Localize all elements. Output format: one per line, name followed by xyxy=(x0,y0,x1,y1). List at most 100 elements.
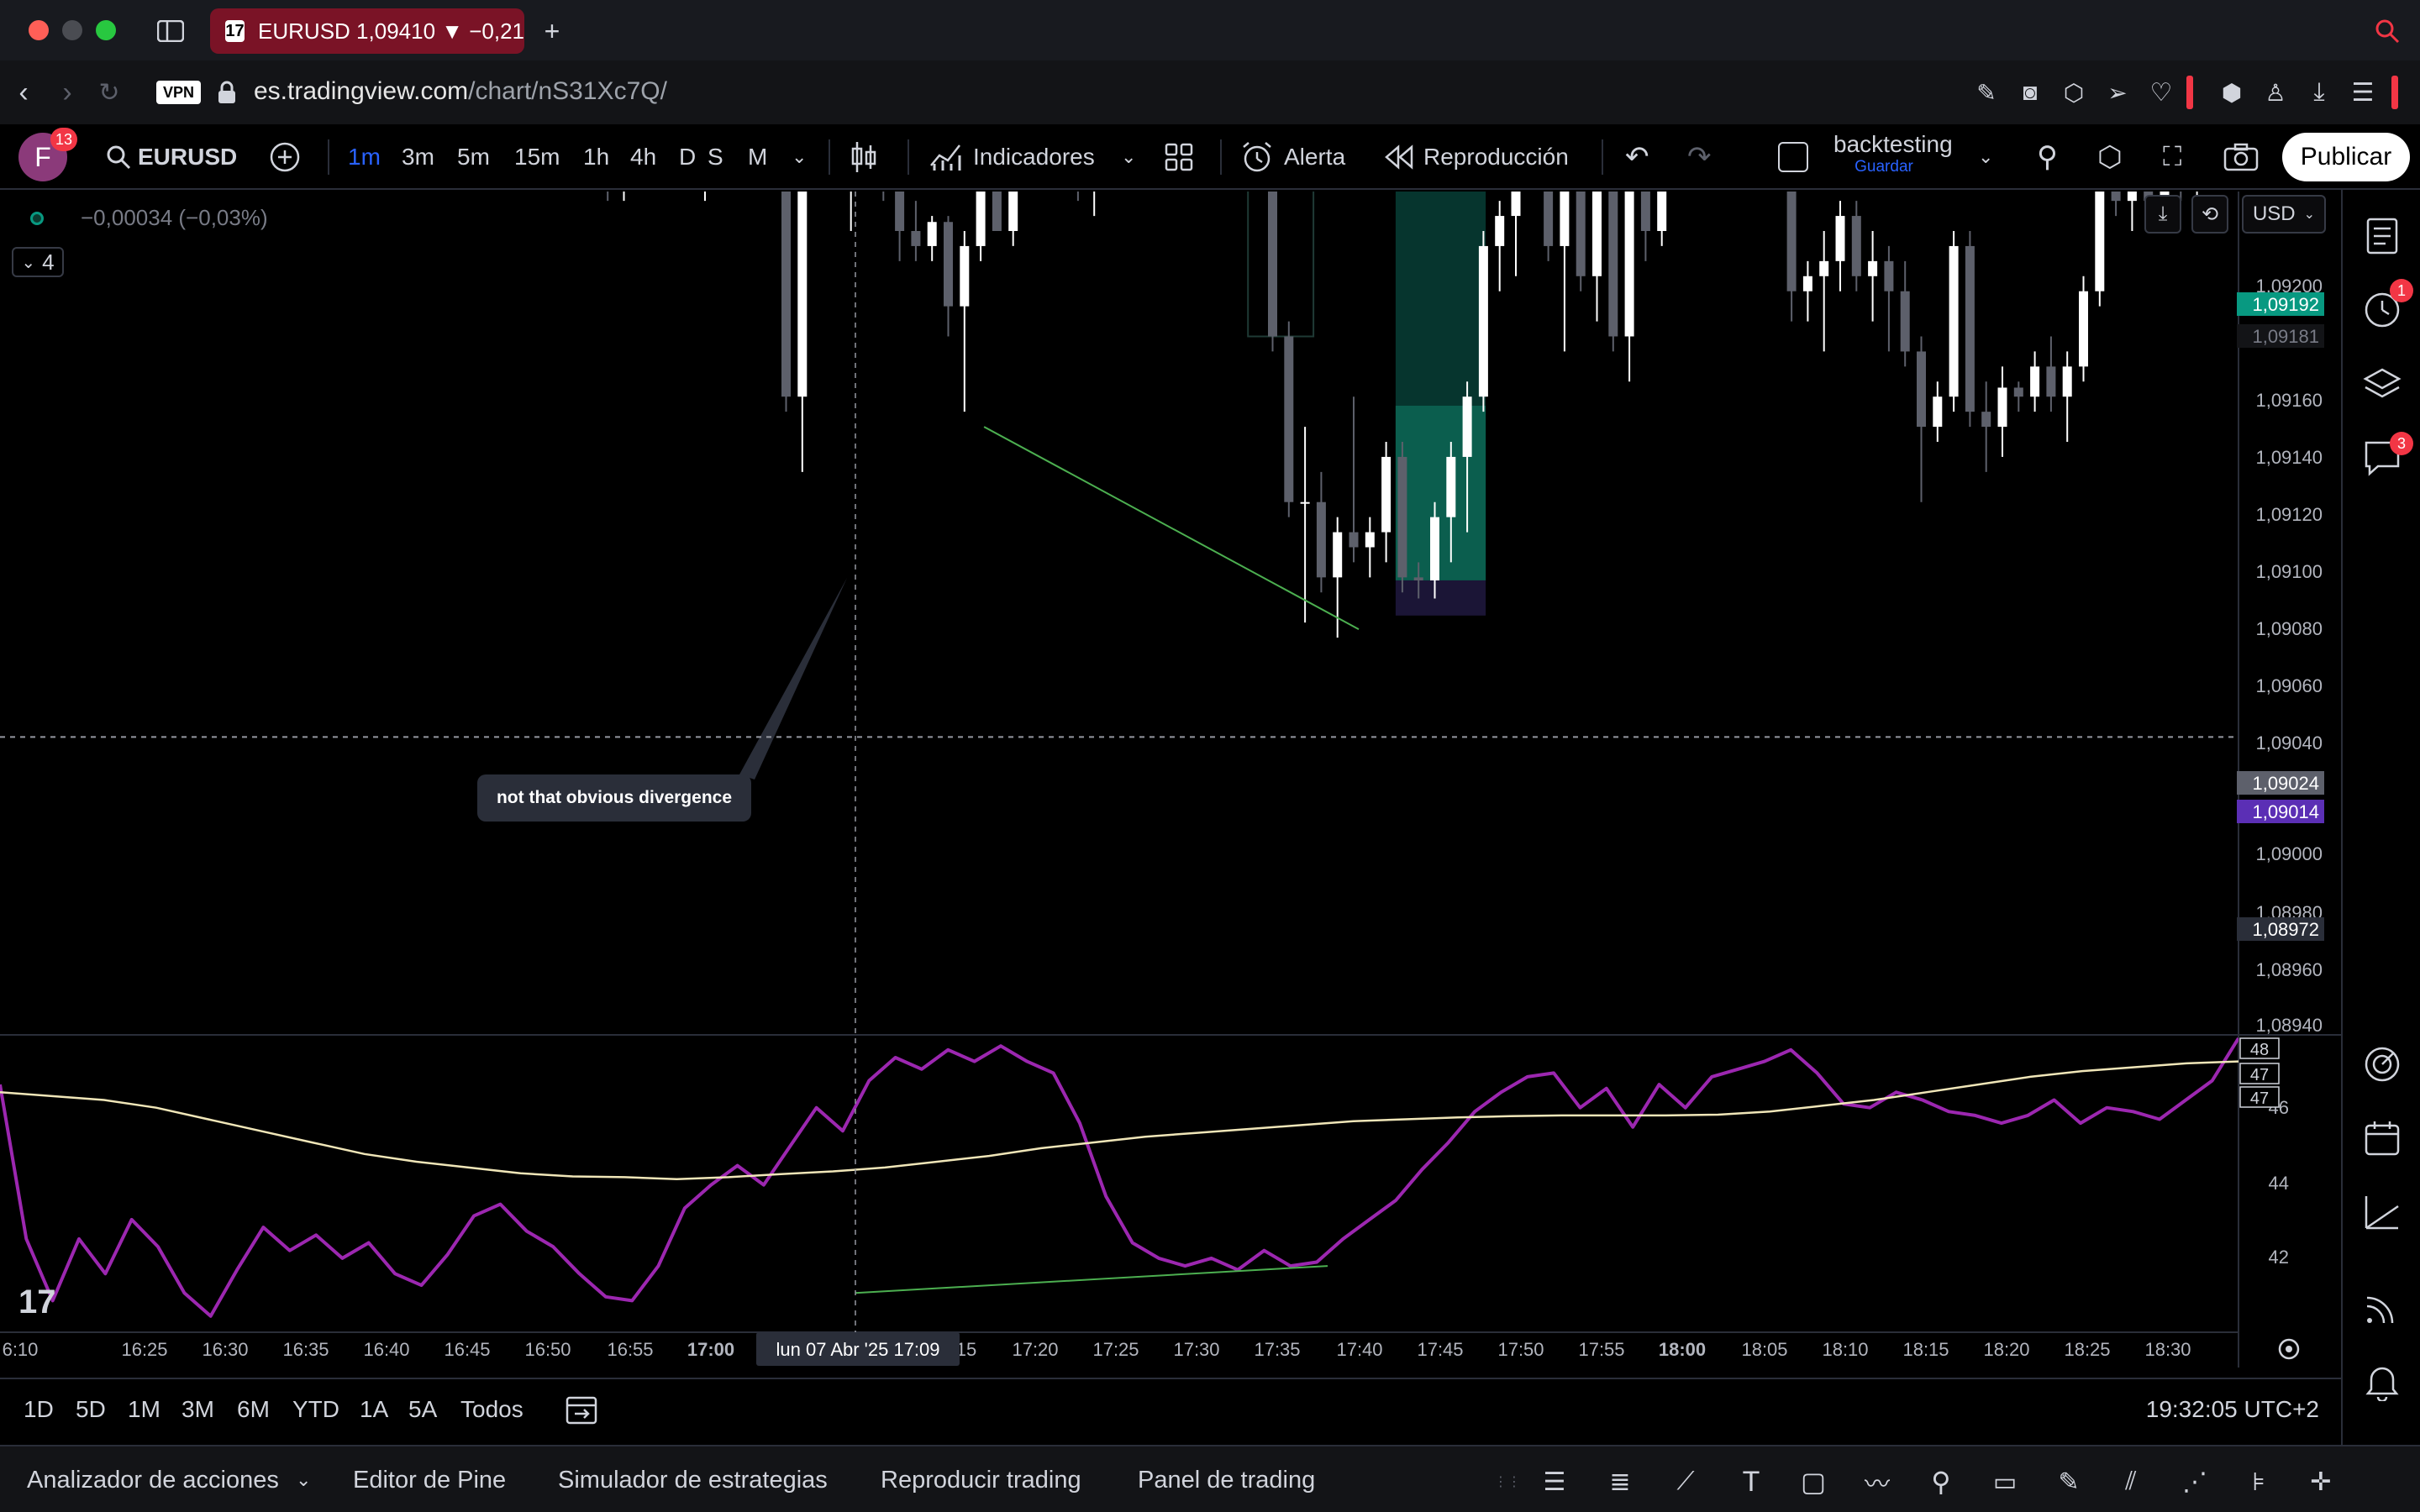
range-ytd[interactable]: YTD xyxy=(292,1379,339,1440)
parallel-channel-tool-icon[interactable]: ≣ xyxy=(1600,1462,1640,1502)
candle-body xyxy=(2013,387,2023,397)
layout-name-button[interactable]: backtesting Guardar xyxy=(1833,131,1953,183)
rectangle-tool-icon[interactable]: ▢ xyxy=(1793,1462,1833,1502)
clock-timezone[interactable]: 19:32:05 UTC+2 xyxy=(2146,1379,2319,1440)
layers-icon[interactable] xyxy=(2360,361,2405,407)
panel-tab-2[interactable]: Simulador de estrategias xyxy=(558,1446,828,1512)
redo-button[interactable]: ↷ xyxy=(1687,124,1712,190)
range-6m[interactable]: 6M xyxy=(237,1379,270,1440)
chart-pane[interactable]: IMBALANCE1,092001,091601,091401,091201,0… xyxy=(0,192,2341,1368)
snapshot-icon[interactable] xyxy=(2223,124,2259,190)
fib-tool-icon[interactable]: ⫽ xyxy=(2111,1462,2151,1502)
heart-icon[interactable]: ♡ xyxy=(2146,77,2176,108)
camera-icon[interactable]: ◙ xyxy=(2015,77,2045,108)
interval-15m[interactable]: 15m xyxy=(514,124,560,190)
interval-1h[interactable]: 1h xyxy=(583,124,609,190)
trend-line-icon[interactable] xyxy=(2360,1189,2405,1235)
indicators-button[interactable]: Indicadores xyxy=(929,124,1095,190)
scroll-down-button[interactable]: ⤓ xyxy=(2144,195,2181,234)
pitchfork-tool-icon[interactable]: ⟋ xyxy=(1665,1462,1706,1502)
layouts-button[interactable] xyxy=(1165,124,1193,190)
legend-collapse-button[interactable]: ⌄ 4 xyxy=(12,247,64,277)
url-field[interactable]: es.tradingview.com/chart/nS31Xc7Q/ xyxy=(254,77,667,106)
crosshair-tool-icon[interactable]: ✛ xyxy=(2301,1462,2341,1502)
reload-icon[interactable]: ↻ xyxy=(94,77,124,108)
price-tick-label: 1,08960 xyxy=(2255,959,2323,980)
interval-1m[interactable]: 1m xyxy=(348,124,381,190)
time-tick-label: 17:25 xyxy=(1092,1339,1139,1360)
panel-tab-3[interactable]: Reproducir trading xyxy=(881,1446,1081,1512)
range-todos[interactable]: Todos xyxy=(460,1379,523,1440)
interval-dropdown-icon[interactable]: ⌄ xyxy=(792,124,807,190)
menu-icon[interactable]: ☰ xyxy=(2348,77,2378,108)
target-icon[interactable] xyxy=(2360,1042,2405,1087)
alert-button[interactable]: Alerta xyxy=(1240,124,1345,190)
panel-tab-4[interactable]: Panel de trading xyxy=(1138,1446,1315,1512)
interval-S[interactable]: S xyxy=(708,124,723,190)
minimize-window-icon[interactable] xyxy=(62,20,82,40)
layout-dropdown-icon[interactable]: ⌄ xyxy=(1978,124,1993,190)
close-window-icon[interactable] xyxy=(29,20,49,40)
currency-selector[interactable]: USD ⌄ xyxy=(2242,195,2326,234)
range-1a[interactable]: 1A xyxy=(360,1379,388,1440)
edit-icon[interactable]: ✎ xyxy=(1971,77,2002,108)
interval-4h[interactable]: 4h xyxy=(630,124,656,190)
box-icon[interactable]: ⬢ xyxy=(2217,77,2247,108)
new-tab-button[interactable]: + xyxy=(538,16,566,46)
layout-checkbox[interactable] xyxy=(1778,124,1808,190)
broadcast-icon[interactable] xyxy=(2360,1285,2405,1331)
sidebar-toggle-icon[interactable] xyxy=(156,17,185,45)
plus-circle-icon xyxy=(270,142,300,172)
chart-type-button[interactable] xyxy=(849,124,879,190)
shield-icon[interactable]: ⬡ xyxy=(2059,77,2089,108)
interval-5m[interactable]: 5m xyxy=(457,124,490,190)
panel-tab-1[interactable]: Editor de Pine xyxy=(353,1446,506,1512)
replay-button[interactable]: Reproducción xyxy=(1385,124,1569,190)
quick-search-icon[interactable]: ⚲ xyxy=(2037,124,2058,190)
range-5d[interactable]: 5D xyxy=(76,1379,106,1440)
pattern-tool-icon[interactable]: ⋰ xyxy=(2175,1462,2215,1502)
text-tool-icon[interactable]: T xyxy=(1731,1462,1771,1502)
brush-tool-icon[interactable]: ✎ xyxy=(2049,1462,2089,1502)
chart-canvas[interactable]: IMBALANCE1,092001,091601,091401,091201,0… xyxy=(0,192,2341,1368)
range-1m[interactable]: 1M xyxy=(128,1379,160,1440)
chevron-down-icon[interactable]: ⌄ xyxy=(296,1446,311,1512)
interval-D[interactable]: D xyxy=(679,124,696,190)
compare-symbol-button[interactable] xyxy=(269,124,301,190)
browser-tab-eurusd[interactable]: 17 EURUSD 1,09410 ▼ −0,21 xyxy=(210,8,524,54)
symbol-search-button[interactable]: EURUSD xyxy=(106,124,237,190)
watchlist-icon[interactable] xyxy=(2360,213,2405,259)
drag-handle-icon[interactable]: ⋮⋮ xyxy=(1487,1462,1528,1502)
settings-icon[interactable]: ⬡ xyxy=(2097,124,2123,190)
range-5a[interactable]: 5A xyxy=(408,1379,437,1440)
range-3m[interactable]: 3M xyxy=(182,1379,214,1440)
fullscreen-icon[interactable]: ⛶ xyxy=(2163,124,2181,190)
maximize-window-icon[interactable] xyxy=(96,20,116,40)
interval-3m[interactable]: 3m xyxy=(402,124,434,190)
divergence-callout[interactable]: not that obvious divergence xyxy=(477,774,751,822)
tradingview-logo-icon[interactable]: 17 xyxy=(18,1284,56,1321)
calendar-icon[interactable] xyxy=(2360,1116,2405,1161)
pin-tool-icon[interactable]: ⚲ xyxy=(1921,1462,1961,1502)
back-icon[interactable]: ‹ xyxy=(8,76,39,108)
search-tabs-icon[interactable] xyxy=(2371,15,2403,47)
send-icon[interactable]: ➢ xyxy=(2102,77,2133,108)
panel-tab-0[interactable]: Analizador de acciones xyxy=(27,1446,279,1512)
indicators-dropdown-icon[interactable]: ⌄ xyxy=(1121,124,1136,190)
right-sidebar: 1 3 xyxy=(2341,190,2420,1445)
vpn-badge[interactable]: VPN xyxy=(156,81,202,104)
publish-button[interactable]: Publicar xyxy=(2282,133,2410,181)
bell-icon[interactable] xyxy=(2360,1359,2405,1404)
auto-scale-button[interactable]: ⟲ xyxy=(2191,195,2228,234)
range-1d[interactable]: 1D xyxy=(24,1379,54,1440)
forecast-tool-icon[interactable]: ⊧ xyxy=(2238,1462,2279,1502)
interval-M[interactable]: M xyxy=(748,124,767,190)
undo-button[interactable]: ↶ xyxy=(1625,124,1649,190)
download-icon[interactable]: ⤓ xyxy=(2304,77,2334,108)
horizontal-lines-tool-icon[interactable]: ☰ xyxy=(1534,1462,1575,1502)
path-tool-icon[interactable]: 〰 xyxy=(1857,1462,1897,1502)
goto-date-icon[interactable] xyxy=(565,1379,598,1440)
profile-icon[interactable]: ♙ xyxy=(2260,77,2291,108)
forward-icon[interactable]: › xyxy=(52,76,82,108)
callout-tool-icon[interactable]: ▭ xyxy=(1985,1462,2025,1502)
